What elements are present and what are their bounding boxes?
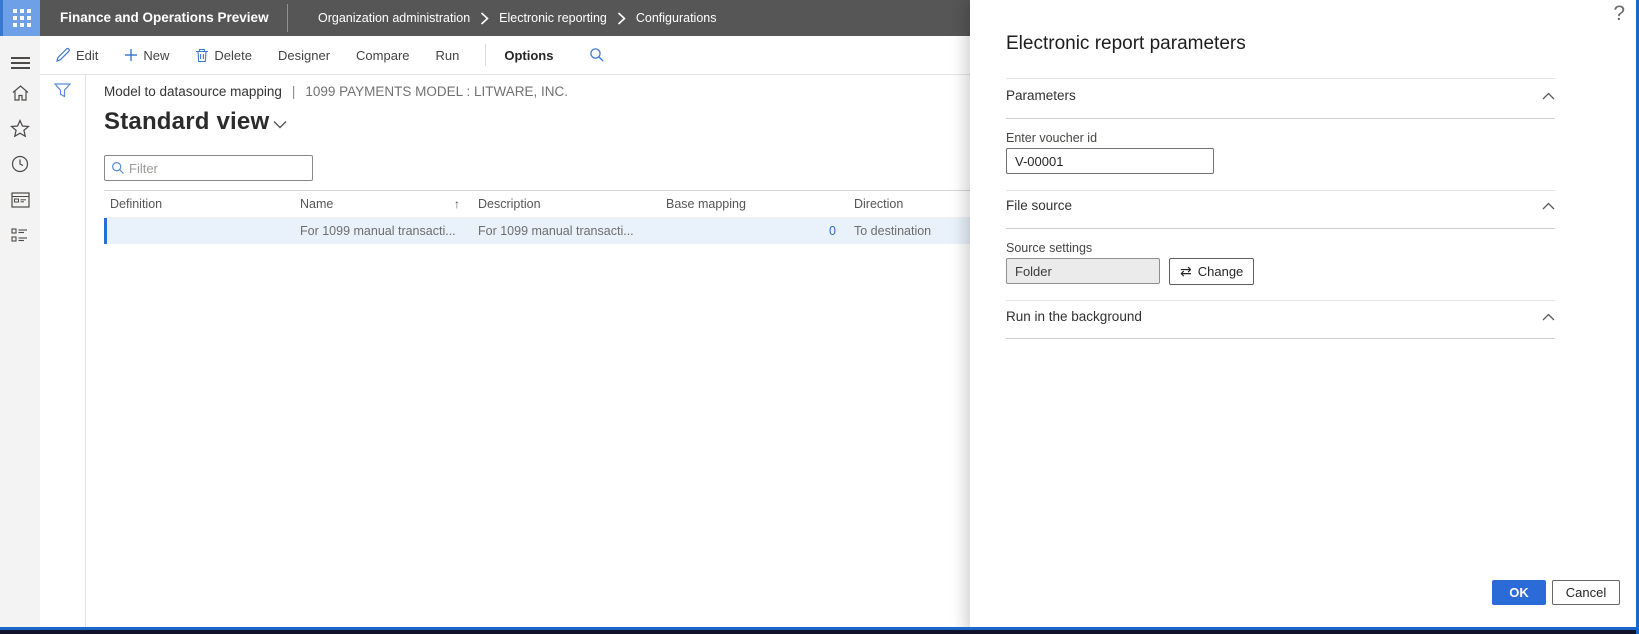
edit-button[interactable]: Edit (55, 47, 98, 63)
section-parameters-label: Parameters (1006, 88, 1076, 103)
divider (1006, 228, 1555, 229)
designer-label: Designer (278, 47, 331, 63)
divider (1006, 78, 1555, 79)
filter-funnel-icon[interactable] (53, 83, 72, 103)
search-icon (112, 162, 124, 174)
chevron-up-icon (1542, 198, 1555, 213)
cell-direction: To destination (854, 224, 932, 238)
configurations-grid: Definition Name ↑ Description Base mappi… (104, 190, 970, 244)
section-file-source[interactable]: File source (1006, 198, 1555, 213)
run-button[interactable]: Run (436, 48, 460, 63)
search-icon[interactable] (589, 47, 605, 63)
source-settings-input (1006, 258, 1160, 284)
delete-button[interactable]: Delete (195, 48, 252, 63)
breadcrumb: Organization administration Electronic r… (318, 0, 716, 36)
run-label: Run (435, 47, 460, 63)
waffle-icon (12, 9, 31, 27)
column-header-base-mapping[interactable]: Base mapping (660, 197, 848, 211)
pencil-icon (55, 47, 71, 63)
cell-description: For 1099 manual transacti... (478, 224, 634, 238)
cancel-button[interactable]: Cancel (1552, 580, 1620, 605)
chevron-right-icon (617, 11, 626, 25)
topbar-divider (287, 4, 288, 32)
chevron-right-icon (480, 11, 489, 25)
voucher-id-label: Enter voucher id (1006, 131, 1098, 145)
dialog-button-row: OK Cancel (1492, 580, 1620, 605)
cell-base-mapping: 0 (829, 224, 836, 238)
grid-header-row: Definition Name ↑ Description Base mappi… (104, 191, 970, 218)
table-row[interactable]: For 1099 manual transacti... For 1099 ma… (104, 218, 970, 244)
new-label: New (143, 47, 170, 63)
new-button[interactable]: New (124, 48, 169, 63)
form-caption: Model to datasource mapping (104, 84, 282, 99)
divider (1006, 190, 1555, 191)
breadcrumb-item-org-admin[interactable]: Organization administration (318, 11, 470, 25)
cell-name: For 1099 manual transacti... (300, 224, 456, 238)
modules-list-icon[interactable] (0, 223, 40, 249)
change-button[interactable]: ⇄ Change (1169, 258, 1255, 285)
column-header-description[interactable]: Description (472, 197, 660, 211)
options-label: Options (504, 47, 554, 63)
page-caption: Model to datasource mapping | 1099 PAYME… (104, 84, 568, 99)
designer-button[interactable]: Designer (278, 48, 330, 63)
column-header-direction[interactable]: Direction (848, 197, 970, 211)
section-file-source-label: File source (1006, 198, 1073, 213)
section-run-in-background-label: Run in the background (1006, 309, 1142, 324)
breadcrumb-item-electronic-reporting[interactable]: Electronic reporting (499, 11, 607, 25)
grid-filter-box (104, 155, 313, 181)
navigation-sidebar (0, 36, 40, 634)
change-button-label: Change (1197, 264, 1244, 279)
voucher-id-input[interactable] (1006, 148, 1214, 174)
electronic-report-parameters-dialog: ? Electronic report parameters Parameter… (970, 0, 1639, 634)
workspaces-icon[interactable] (0, 187, 40, 213)
filter-pane-strip (40, 75, 86, 627)
edit-label: Edit (76, 47, 99, 63)
column-header-definition[interactable]: Definition (104, 197, 294, 211)
taskbar-edge (0, 630, 1639, 634)
compare-button[interactable]: Compare (356, 48, 409, 63)
view-selector[interactable]: Standard view (104, 108, 287, 136)
recent-clock-icon[interactable] (0, 151, 40, 177)
dialog-title: Electronic report parameters (1006, 33, 1246, 54)
hamburger-menu-icon[interactable] (0, 46, 40, 72)
options-menu[interactable]: Options (504, 48, 553, 63)
column-header-name[interactable]: Name ↑ (294, 197, 472, 211)
divider (1006, 300, 1555, 301)
home-icon[interactable] (0, 80, 40, 106)
app-title[interactable]: Finance and Operations Preview (60, 0, 269, 36)
section-parameters[interactable]: Parameters (1006, 88, 1555, 103)
caption-separator: | (291, 84, 296, 99)
action-bar: Edit New Delete Designer Compare Run Opt… (40, 36, 970, 75)
app-launcher-button[interactable] (0, 0, 40, 36)
record-caption: 1099 PAYMENTS MODEL : LITWARE, INC. (305, 84, 568, 99)
actionbar-divider (485, 44, 487, 66)
filter-input[interactable] (129, 160, 306, 176)
column-header-name-label: Name (300, 197, 334, 211)
chevron-down-icon (273, 116, 287, 134)
main-content: Model to datasource mapping | 1099 PAYME… (87, 75, 970, 627)
view-title: Standard view (104, 108, 270, 135)
section-run-in-background[interactable]: Run in the background (1006, 309, 1555, 324)
source-settings-label: Source settings (1006, 241, 1093, 255)
chevron-up-icon (1542, 309, 1555, 324)
sort-ascending-icon: ↑ (454, 197, 460, 211)
favorites-star-icon[interactable] (0, 115, 40, 141)
divider (1006, 338, 1555, 339)
plus-icon (124, 48, 138, 62)
delete-label: Delete (214, 47, 252, 63)
help-icon[interactable]: ? (1613, 2, 1625, 26)
breadcrumb-item-configurations[interactable]: Configurations (636, 11, 717, 25)
divider (1006, 118, 1555, 119)
swap-arrows-icon: ⇄ (1180, 263, 1192, 279)
trash-icon (195, 48, 209, 63)
compare-label: Compare (356, 47, 410, 63)
chevron-up-icon (1542, 88, 1555, 103)
ok-button[interactable]: OK (1492, 580, 1546, 605)
